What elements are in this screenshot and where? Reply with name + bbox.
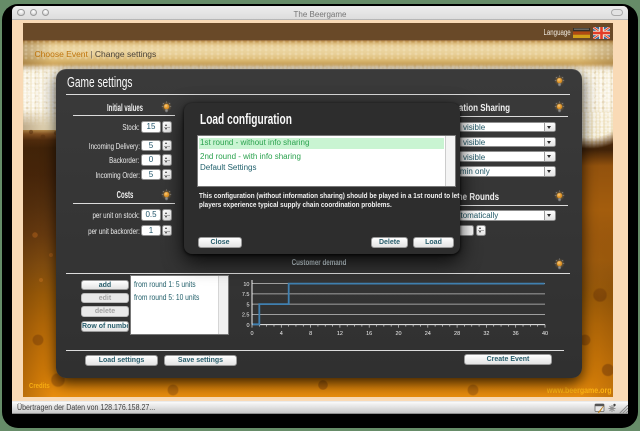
svg-text:40: 40 (542, 331, 548, 337)
svg-text:8: 8 (309, 331, 312, 337)
svg-text:0: 0 (250, 331, 253, 337)
svg-text:0: 0 (246, 323, 249, 329)
svg-text:2.5: 2.5 (242, 313, 250, 319)
svg-text:28: 28 (454, 331, 460, 337)
svg-text:36: 36 (513, 331, 519, 337)
svg-text:32: 32 (483, 331, 489, 337)
svg-text:20: 20 (395, 331, 401, 337)
svg-text:16: 16 (366, 331, 372, 337)
svg-text:4: 4 (280, 331, 283, 337)
svg-text:7.5: 7.5 (242, 292, 250, 298)
svg-text:5: 5 (246, 302, 249, 308)
svg-text:12: 12 (337, 331, 343, 337)
svg-text:24: 24 (425, 331, 431, 337)
svg-text:10: 10 (243, 282, 249, 288)
